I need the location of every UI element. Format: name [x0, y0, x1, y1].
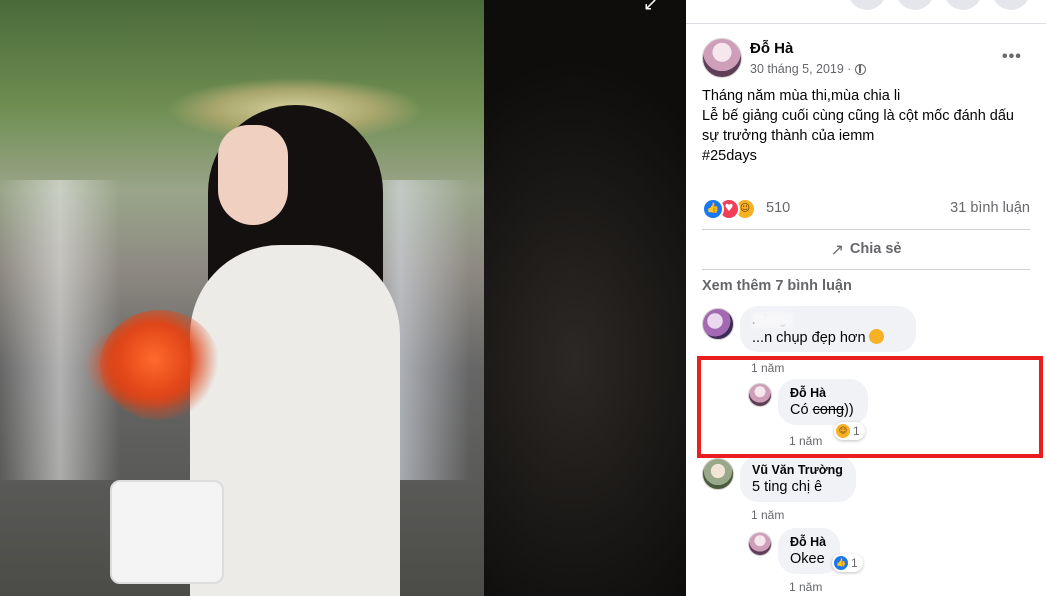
commenter-avatar[interactable]	[702, 308, 734, 340]
comment-bubble: Vũ Văn Trường 5 ting chị ê	[740, 456, 856, 502]
like-icon: 👍	[834, 556, 848, 570]
commenter-avatar[interactable]	[702, 458, 734, 490]
reply-text: Có cong))	[790, 402, 856, 418]
reply-timestamp[interactable]: 1 năm	[789, 434, 822, 448]
comment-bubble: ...ừng ...n chụp đẹp hơn	[740, 306, 916, 352]
photo-handbag	[110, 480, 224, 584]
reaction-icons[interactable]: 👍 ♥ ☺	[702, 197, 762, 220]
blurred-name-mask	[752, 312, 794, 328]
reply-author-name[interactable]: Đỗ Hà	[790, 386, 856, 400]
reply-reaction-badge[interactable]: ☺ 1	[834, 422, 865, 440]
reply-author-avatar[interactable]	[748, 383, 772, 407]
post-sidebar: Đỗ Hà 30 tháng 5, 2019 · ••• Tháng năm m…	[686, 0, 1046, 596]
reply-author-avatar[interactable]	[748, 532, 772, 556]
reactions-row: 👍 ♥ ☺ 510 31 bình luận	[702, 197, 1030, 220]
caption-line: Lễ bế giảng cuối cùng cũng là cột mốc đá…	[702, 108, 1014, 124]
top-action-button-4[interactable]	[992, 0, 1030, 10]
reply-reaction-count: 1	[853, 424, 860, 438]
post-caption: Tháng năm mùa thi,mùa chia li Lễ bế giản…	[702, 86, 1032, 166]
comment-text-body: ...n chụp đẹp hơn	[752, 330, 866, 346]
post-meta: 30 tháng 5, 2019 ·	[750, 62, 867, 76]
comment-count[interactable]: 31 bình luận	[950, 200, 1030, 216]
top-action-button-1[interactable]	[848, 0, 886, 10]
more-options-icon[interactable]: •••	[1002, 48, 1022, 66]
collapse-icon[interactable]: ↙	[643, 0, 658, 15]
comment-timestamp[interactable]: 1 năm	[751, 361, 784, 375]
reply-text: Okee	[790, 551, 825, 567]
surprised-emoji-icon	[868, 329, 884, 344]
commenter-name[interactable]: Vũ Văn Trường	[752, 463, 844, 477]
photo-viewer[interactable]: ↙	[0, 0, 686, 596]
haha-icon: ☺	[836, 424, 850, 438]
share-icon: ↗	[830, 239, 844, 259]
reply-text-prefix: Có	[790, 402, 813, 418]
reply-author-name[interactable]: Đỗ Hà	[790, 535, 828, 549]
top-divider	[686, 23, 1046, 24]
reply-reaction-badge[interactable]: 👍 1	[832, 554, 863, 572]
reply-text-struck: cong	[812, 402, 845, 418]
caption-line: Tháng năm mùa thi,mùa chia li	[702, 88, 901, 104]
reply-text-suffix: ))	[844, 402, 854, 418]
reply-bubble: Đỗ Hà Có cong))	[778, 379, 868, 425]
photo-subject-face	[218, 125, 288, 225]
globe-icon	[855, 63, 867, 75]
photo-flower-bouquet	[100, 310, 220, 420]
share-label: Chia sẻ	[849, 241, 902, 257]
reaction-count[interactable]: 510	[766, 200, 790, 216]
comment-timestamp[interactable]: 1 năm	[751, 508, 784, 522]
share-button[interactable]: ↗ Chia sẻ	[702, 232, 1030, 266]
top-action-button-2[interactable]	[896, 0, 934, 10]
reply-reaction-count: 1	[851, 556, 858, 570]
photo-backdrop-blur	[484, 0, 686, 596]
reply-timestamp[interactable]: 1 năm	[789, 580, 822, 594]
author-avatar[interactable]	[702, 38, 742, 78]
like-icon: 👍	[702, 198, 724, 220]
reply-bubble: Đỗ Hà Okee	[778, 528, 840, 574]
caption-line: sự trưởng thành của iemm	[702, 128, 875, 144]
action-divider	[702, 229, 1030, 230]
top-action-button-3[interactable]	[944, 0, 982, 10]
post-date[interactable]: 30 tháng 5, 2019 ·	[750, 62, 851, 76]
comment-text: 5 ting chị ê	[752, 479, 823, 495]
action-divider	[702, 269, 1030, 270]
hashtag-link[interactable]: #25days	[702, 146, 1032, 166]
post-photo	[0, 0, 484, 596]
comment-text: ...n chụp đẹp hơn	[752, 329, 904, 346]
view-more-comments-link[interactable]: Xem thêm 7 bình luận	[702, 278, 852, 294]
author-name[interactable]: Đỗ Hà	[750, 40, 793, 57]
